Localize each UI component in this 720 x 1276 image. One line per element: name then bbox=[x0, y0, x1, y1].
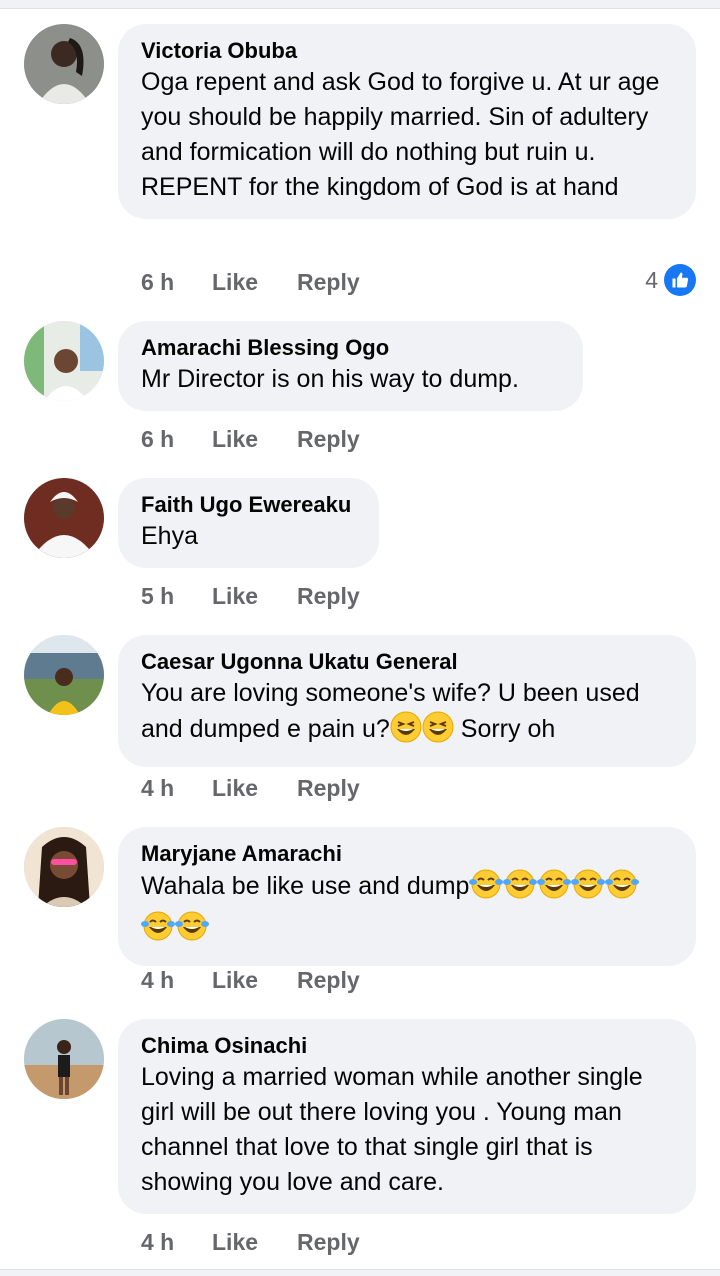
comment-text: Ehya bbox=[141, 522, 198, 550]
commenter-name[interactable]: Amarachi Blessing Ogo bbox=[141, 334, 559, 362]
comment-text: You are loving someone's wife? U been us… bbox=[141, 676, 672, 753]
bottom-divider bbox=[0, 1269, 720, 1276]
face-with-tears-of-joy-emoji bbox=[503, 868, 538, 910]
reaction-count-number: 4 bbox=[645, 266, 658, 293]
comment-time[interactable]: 6 h bbox=[141, 426, 174, 453]
comment-bubble: Caesar Ugonna Ukatu General You are lovi… bbox=[118, 635, 696, 767]
comment-text: Mr Director is on his way to dump. bbox=[141, 365, 519, 393]
avatar[interactable] bbox=[24, 1019, 104, 1099]
comment-text: Loving a married woman while another sin… bbox=[141, 1063, 643, 1196]
avatar[interactable] bbox=[24, 827, 104, 907]
grinning-squinting-face-emoji bbox=[422, 711, 454, 753]
commenter-name[interactable]: Caesar Ugonna Ukatu General bbox=[141, 648, 672, 676]
reply-link[interactable]: Reply bbox=[297, 426, 360, 453]
comment-text: Wahala be like use and dump bbox=[141, 868, 672, 952]
face-with-tears-of-joy-emoji bbox=[537, 868, 572, 910]
reply-link[interactable]: Reply bbox=[297, 967, 360, 994]
like-link[interactable]: Like bbox=[212, 583, 258, 610]
commenter-name[interactable]: Faith Ugo Ewereaku bbox=[141, 491, 355, 519]
commenter-name[interactable]: Victoria Obuba bbox=[141, 37, 672, 65]
top-divider bbox=[0, 0, 720, 9]
like-link[interactable]: Like bbox=[212, 269, 258, 296]
face-with-tears-of-joy-emoji bbox=[469, 868, 504, 910]
face-with-tears-of-joy-emoji bbox=[175, 910, 209, 952]
comment-bubble: Victoria Obuba Oga repent and ask God to… bbox=[118, 24, 696, 219]
reaction-count[interactable]: 4 bbox=[645, 264, 696, 296]
comment-bubble: Faith Ugo Ewereaku Ehya bbox=[118, 478, 379, 568]
like-link[interactable]: Like bbox=[212, 775, 258, 802]
comment-text-part: Wahala be like use and dump bbox=[141, 872, 470, 900]
comment-bubble: Chima Osinachi Loving a married woman wh… bbox=[118, 1019, 696, 1214]
grinning-squinting-face-emoji bbox=[390, 711, 422, 753]
reply-link[interactable]: Reply bbox=[297, 269, 360, 296]
face-with-tears-of-joy-emoji bbox=[141, 910, 175, 952]
avatar[interactable] bbox=[24, 478, 104, 558]
comment-text-part: Sorry oh bbox=[453, 715, 556, 743]
avatar[interactable] bbox=[24, 24, 104, 104]
comment-time[interactable]: 4 h bbox=[141, 1229, 174, 1256]
reply-link[interactable]: Reply bbox=[297, 583, 360, 610]
commenter-name[interactable]: Chima Osinachi bbox=[141, 1032, 672, 1060]
reply-link[interactable]: Reply bbox=[297, 1229, 360, 1256]
comment-time[interactable]: 4 h bbox=[141, 967, 174, 994]
commenter-name[interactable]: Maryjane Amarachi bbox=[141, 840, 672, 868]
like-link[interactable]: Like bbox=[212, 967, 258, 994]
comment-time[interactable]: 5 h bbox=[141, 583, 174, 610]
face-with-tears-of-joy-emoji bbox=[571, 868, 606, 910]
face-with-tears-of-joy-emoji bbox=[605, 868, 640, 910]
comment-bubble: Amarachi Blessing Ogo Mr Director is on … bbox=[118, 321, 583, 411]
comment-time[interactable]: 6 h bbox=[141, 269, 174, 296]
comment-time[interactable]: 4 h bbox=[141, 775, 174, 802]
comment-text: Oga repent and ask God to forgive u. At … bbox=[141, 68, 660, 201]
like-link[interactable]: Like bbox=[212, 1229, 258, 1256]
reply-link[interactable]: Reply bbox=[297, 775, 360, 802]
comment-bubble: Maryjane Amarachi Wahala be like use and… bbox=[118, 827, 696, 966]
avatar[interactable] bbox=[24, 635, 104, 715]
like-thumb-icon bbox=[664, 264, 696, 296]
like-link[interactable]: Like bbox=[212, 426, 258, 453]
avatar[interactable] bbox=[24, 321, 104, 401]
